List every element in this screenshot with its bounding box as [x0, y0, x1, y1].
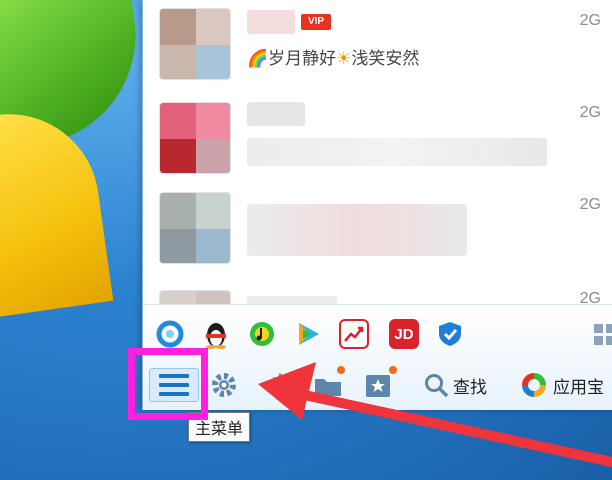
stock-chart-icon[interactable] — [339, 319, 369, 349]
qq-browser-icon[interactable] — [155, 319, 185, 349]
highlight-box-annotation — [128, 348, 208, 420]
video-play-icon[interactable] — [293, 319, 323, 349]
qq-penguin-icon[interactable] — [201, 319, 231, 349]
network-status-label: 2G — [579, 12, 601, 29]
favorites-button[interactable] — [363, 366, 397, 402]
contact-row[interactable]: 2G — [143, 184, 612, 276]
app-center-label: 应用宝 — [553, 377, 604, 398]
contact-name-blurred — [247, 102, 305, 126]
app-center-button[interactable]: 应用宝 — [519, 368, 604, 402]
contact-row[interactable]: 2G — [143, 276, 612, 304]
star-bookmark-icon — [366, 375, 390, 397]
contact-signature: 🌈岁月静好☀浅笑安然 — [247, 49, 420, 69]
search-button[interactable]: 查找 — [423, 368, 487, 402]
sun-icon: ☀ — [336, 49, 352, 69]
contact-avatar[interactable] — [159, 192, 231, 264]
grid-apps-icon[interactable] — [593, 323, 612, 347]
search-icon — [425, 374, 449, 398]
search-label: 查找 — [453, 377, 487, 398]
notification-dot — [389, 366, 397, 374]
notification-dot — [337, 366, 345, 374]
contact-avatar[interactable] — [159, 102, 231, 174]
speaker-icon — [272, 372, 287, 398]
contact-row[interactable]: 2G — [143, 92, 612, 184]
rainbow-icon: 🌈 — [247, 49, 269, 69]
jd-icon[interactable]: JD — [389, 319, 419, 349]
settings-button[interactable] — [209, 368, 239, 402]
shield-icon[interactable] — [435, 319, 465, 349]
windows-logo-yellow-pane — [0, 102, 114, 318]
contact-name-blurred — [247, 10, 295, 34]
sound-button[interactable] — [267, 368, 293, 402]
network-status-label: 2G — [579, 290, 601, 304]
folder-icon — [315, 379, 341, 396]
bottom-toolbar: 查找 应用宝 — [143, 360, 612, 410]
network-status-label: 2G — [579, 104, 601, 121]
app-center-icon — [522, 373, 546, 397]
contact-signature-blurred — [247, 204, 467, 256]
contact-avatar[interactable] — [159, 8, 231, 80]
contact-name-blurred — [247, 296, 337, 304]
qq-main-window: VIP 🌈岁月静好☀浅笑安然 2G 2G 2G 2G JD 查找 应用宝 — [142, 0, 612, 410]
gear-icon — [212, 373, 236, 397]
contact-row[interactable]: VIP 🌈岁月静好☀浅笑安然 2G — [143, 0, 612, 92]
contact-list[interactable]: VIP 🌈岁月静好☀浅笑安然 2G 2G 2G 2G — [143, 0, 612, 304]
contact-avatar[interactable] — [159, 290, 231, 304]
contact-signature-blurred — [247, 138, 547, 166]
file-folder-button[interactable] — [313, 366, 345, 402]
music-icon[interactable] — [247, 319, 277, 349]
vip-badge: VIP — [301, 14, 331, 30]
app-icon-strip: JD — [143, 304, 612, 362]
network-status-label: 2G — [579, 196, 601, 213]
